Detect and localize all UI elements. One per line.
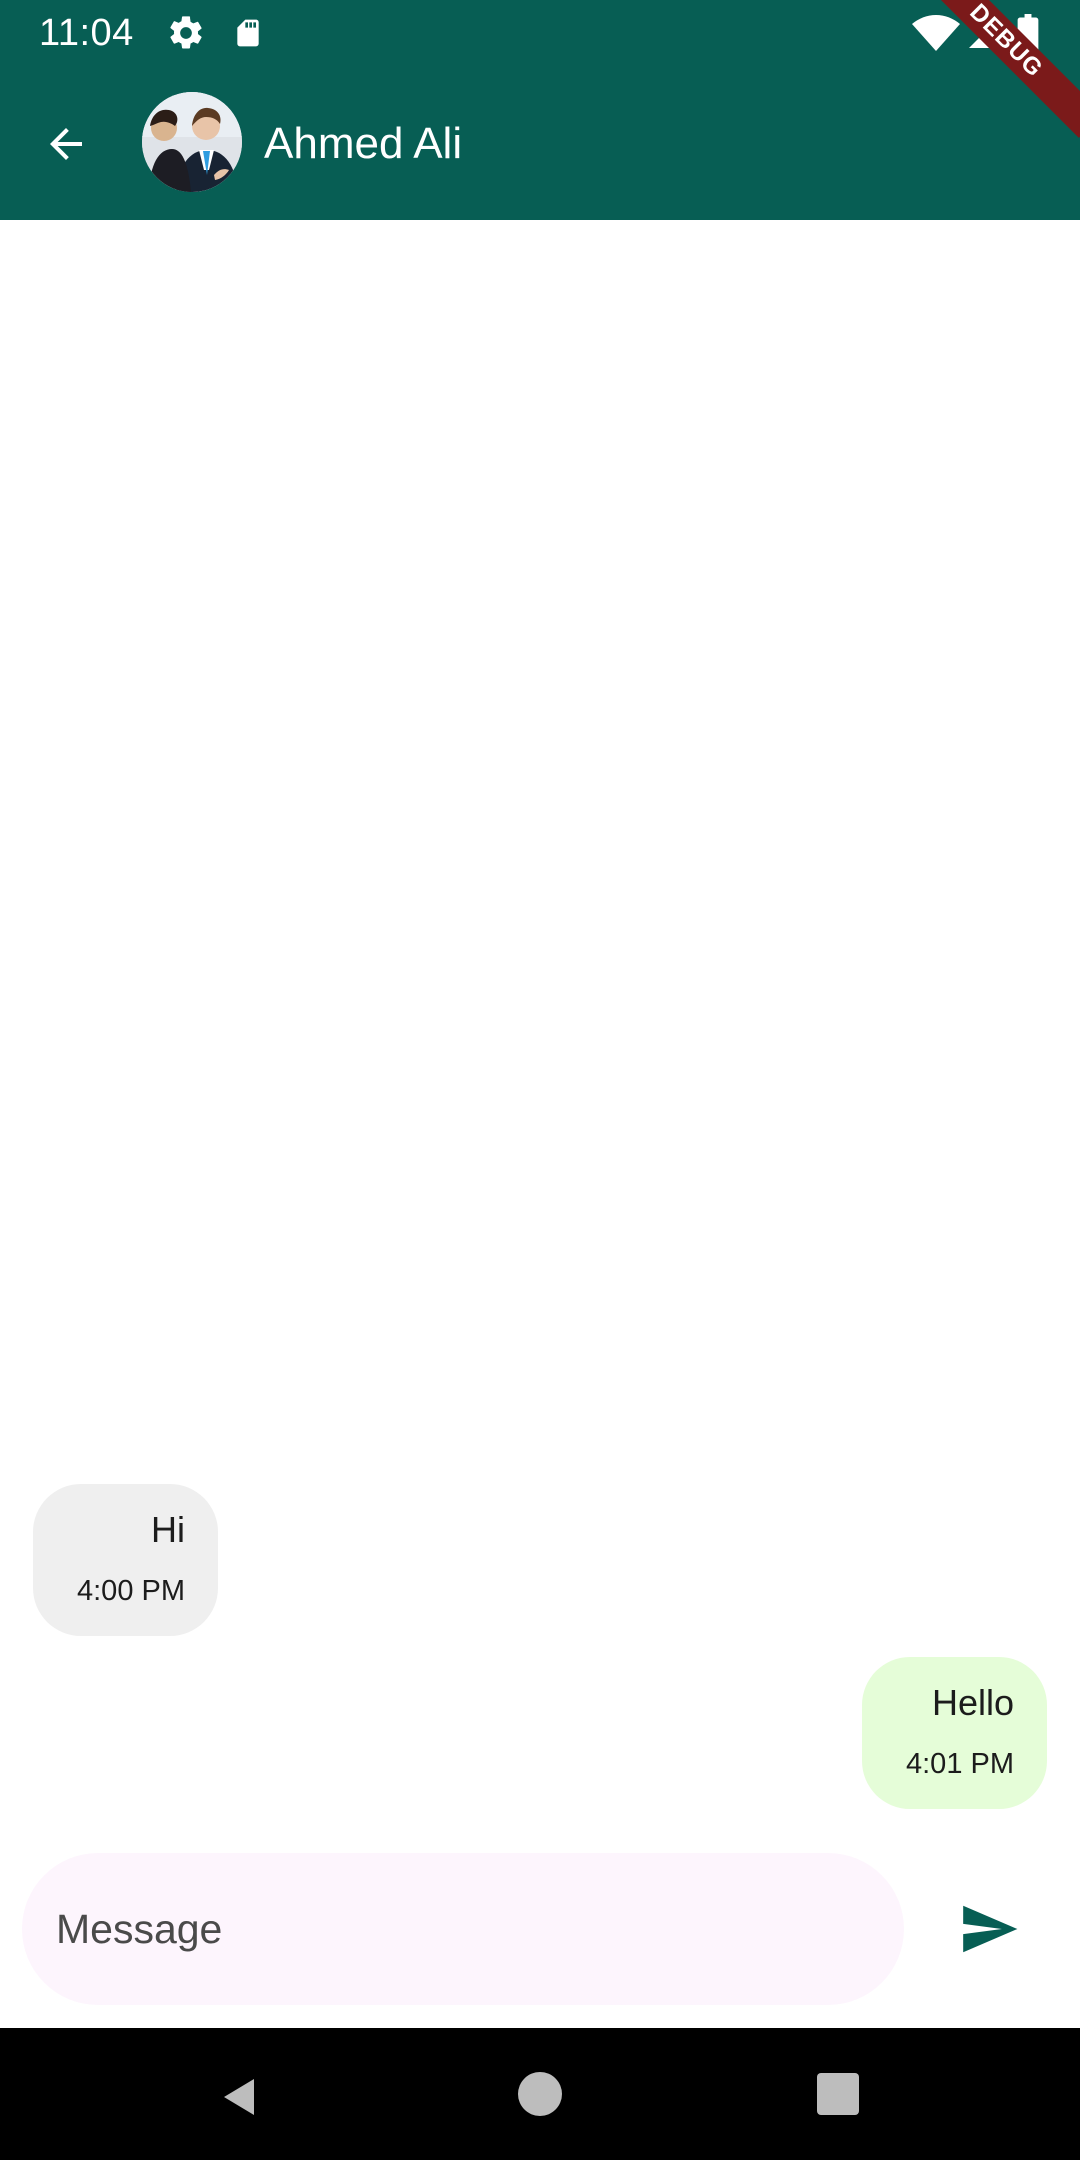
status-bar: 11:04 [0,0,1080,66]
gear-icon [170,16,202,49]
message-list[interactable]: Hi 4:00 PM Hello 4:01 PM [0,220,1080,1820]
contact-avatar[interactable] [142,92,242,192]
wifi-icon [912,15,960,51]
contact-name[interactable]: Ahmed Ali [264,116,462,172]
send-button[interactable] [955,1895,1023,1963]
sd-card-icon [237,19,259,47]
message-text: Hi [151,1509,185,1550]
status-time: 11:04 [39,12,134,54]
system-recents-button[interactable] [817,2073,859,2115]
arrow-back-icon [50,128,82,160]
message-time: 4:01 PM [906,1748,1014,1780]
send-icon [963,1905,1018,1953]
chat-app-bar: Ahmed Ali [0,66,1080,220]
back-button[interactable] [36,114,96,174]
contact-photo [142,92,242,192]
incoming-message-bubble[interactable]: Hi 4:00 PM [33,1484,218,1636]
outgoing-message-bubble[interactable]: Hello 4:01 PM [862,1657,1047,1809]
message-input[interactable] [22,1853,904,2005]
system-back-icon[interactable] [216,2073,264,2121]
message-time: 4:00 PM [77,1575,185,1607]
message-text: Hello [931,1682,1014,1723]
signal-icon [969,18,999,48]
chat-screen: 11:04 Ahmed Ali DEBUG Hi 4:00 PM Hello 4… [0,0,1080,2160]
system-home-button[interactable] [518,2072,562,2116]
system-navigation-bar [0,2028,1080,2160]
battery-icon [1017,14,1039,52]
message-composer [0,1820,1080,2028]
